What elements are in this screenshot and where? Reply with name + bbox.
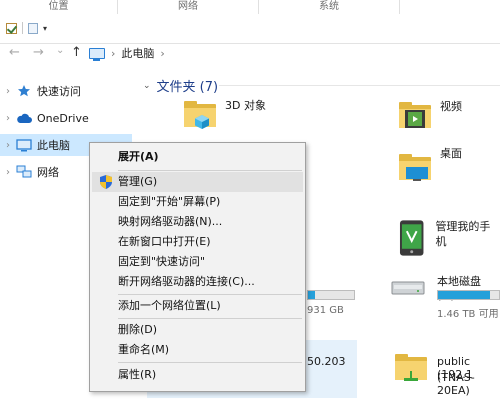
expand-chevron-icon[interactable]: › <box>0 86 16 97</box>
menu-separator <box>118 170 302 171</box>
3d-objects-folder-icon <box>184 101 216 129</box>
sidebar-item-onedrive[interactable]: › OneDrive <box>0 107 132 129</box>
folder-videos[interactable]: 视频 <box>399 99 462 128</box>
menu-item-expand[interactable]: 展开(A) <box>92 147 303 167</box>
computer-icon <box>16 138 32 152</box>
back-button[interactable]: ← <box>9 45 20 61</box>
ribbon-separator <box>399 0 400 14</box>
drive-f[interactable] <box>391 276 425 298</box>
ribbon: 位置 网络 系统 ▾ <box>0 0 500 44</box>
menu-item-add-network-location[interactable]: 添加一个网络位置(L) <box>92 296 303 316</box>
network-location-label: 50.203 <box>307 355 346 368</box>
menu-separator <box>118 294 302 295</box>
menu-item-pin-to-start[interactable]: 固定到"开始"屏幕(P) <box>92 192 303 212</box>
expand-chevron-icon[interactable]: › <box>0 167 16 178</box>
breadcrumb-chevron-icon[interactable]: › <box>160 47 164 60</box>
menu-item-label: 管理(G) <box>118 175 158 188</box>
address-bar[interactable]: › 此电脑 › <box>89 43 500 63</box>
properties-check-icon[interactable] <box>6 22 17 34</box>
breadcrumb-chevron-icon[interactable]: › <box>111 47 115 60</box>
phone-manager[interactable]: 管理我的手机 <box>399 219 500 257</box>
context-menu: 展开(A) 管理(G) 固定到"开始"屏幕(P) 映射网络驱动器(N)... 在… <box>89 142 306 392</box>
uac-shield-icon <box>100 175 112 189</box>
tile-name: 桌面 <box>440 146 462 160</box>
new-folder-icon[interactable] <box>28 22 38 34</box>
recent-locations-dropdown[interactable]: ⌄ <box>56 43 64 59</box>
folders-section-header[interactable]: ⌄ 文件夹 (7) <box>143 76 218 95</box>
video-folder-icon <box>399 102 431 128</box>
breadcrumb-this-pc[interactable]: 此电脑 <box>121 45 154 61</box>
drive-f-usage-bar <box>437 290 500 300</box>
menu-item-properties[interactable]: 属性(R) <box>92 365 303 385</box>
menu-item-rename[interactable]: 重命名(M) <box>92 340 303 360</box>
customize-toolbar-dropdown-icon[interactable]: ▾ <box>43 24 47 33</box>
tile-name: 视频 <box>440 99 462 113</box>
network-folder-icon <box>395 354 427 381</box>
star-icon <box>16 84 32 98</box>
drive-size: 931 GB <box>307 305 344 316</box>
menu-item-open-new-window[interactable]: 在新窗口中打开(E) <box>92 232 303 252</box>
address-row: ← → ⌄ ↑ › 此电脑 › <box>0 40 500 66</box>
menu-separator <box>118 318 302 319</box>
folder-desktop[interactable]: 桌面 <box>399 147 462 181</box>
section-title: 文件夹 (7) <box>156 80 219 95</box>
computer-icon <box>89 47 105 61</box>
up-button[interactable]: ↑ <box>71 45 82 61</box>
ribbon-group-network: 网络 <box>178 1 198 12</box>
desktop-folder-icon <box>399 154 431 181</box>
section-divider <box>219 85 500 86</box>
tile-name: 管理我的手机 <box>435 220 491 248</box>
network-folder-public[interactable] <box>395 354 427 381</box>
ribbon-group-system: 系统 <box>319 1 339 12</box>
menu-item-disconnect-network-drive[interactable]: 断开网络驱动器的连接(C)... <box>92 272 303 292</box>
expand-chevron-icon[interactable]: › <box>0 140 16 151</box>
folder-3d-objects[interactable]: 3D 对象 <box>184 98 266 129</box>
tile-name: 3D 对象 <box>225 98 266 112</box>
cloud-icon <box>16 111 32 125</box>
expand-chevron-icon[interactable]: › <box>0 113 16 124</box>
menu-item-map-network-drive[interactable]: 映射网络驱动器(N)... <box>92 212 303 232</box>
toolbar-divider <box>22 22 23 34</box>
network-folder-host: (TNAS-20EA) <box>437 371 475 397</box>
drive-usage-bar <box>307 290 355 300</box>
drive-icon <box>391 281 425 295</box>
quick-access-toolbar: ▾ <box>6 20 47 36</box>
ribbon-group-location: 位置 <box>48 1 69 12</box>
sidebar-item-label: 快速访问 <box>37 85 81 98</box>
sidebar-item-quick-access[interactable]: › 快速访问 <box>0 80 132 102</box>
menu-item-delete[interactable]: 删除(D) <box>92 320 303 340</box>
drive-f-usage-fill <box>438 291 490 299</box>
sidebar-item-label: OneDrive <box>37 111 89 125</box>
drive-f-free-space: 1.46 TB 可用 <box>437 309 499 320</box>
menu-separator <box>118 362 302 363</box>
sidebar-item-label: 网络 <box>37 166 59 179</box>
drive-usage-fill <box>308 291 315 299</box>
collapse-chevron-icon[interactable]: ⌄ <box>143 81 151 91</box>
forward-button[interactable]: → <box>33 45 44 61</box>
menu-item-manage[interactable]: 管理(G) <box>92 172 303 192</box>
menu-item-pin-quick-access[interactable]: 固定到"快速访问" <box>92 252 303 272</box>
sidebar-item-label: 此电脑 <box>37 139 70 152</box>
network-icon <box>16 165 32 179</box>
phone-manager-icon <box>399 220 424 256</box>
